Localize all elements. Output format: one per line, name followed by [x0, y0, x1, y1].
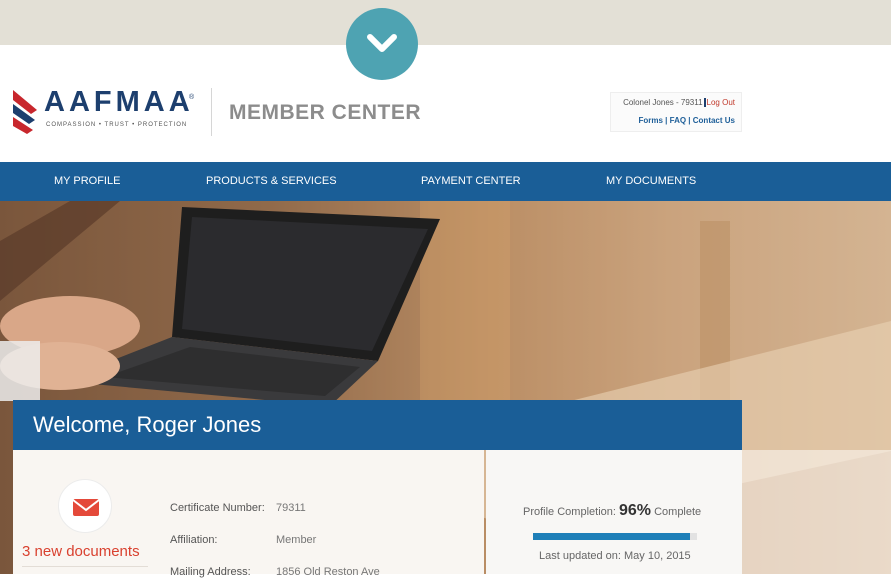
affiliation-label: Affiliation: [170, 534, 218, 546]
welcome-banner: Welcome, Roger Jones [13, 400, 742, 450]
top-band [0, 0, 891, 45]
section-title: MEMBER CENTER [229, 101, 422, 124]
brand-logo[interactable]: AAFMAA [44, 86, 194, 119]
profile-completion-text: Profile Completion: 96% Complete [523, 502, 701, 520]
last-updated: Last updated on: May 10, 2015 [539, 550, 691, 562]
profile-progress-bar [533, 533, 697, 540]
completion-percent: 96% [619, 502, 652, 519]
affiliation-value: Member [276, 534, 317, 546]
account-box: Colonel Jones - 79311 Log Out Forms | FAQ… [610, 92, 742, 132]
nav-products-services[interactable]: PRODUCTS & SERVICES [206, 175, 337, 187]
new-documents-link[interactable]: 3 new documents [22, 543, 140, 560]
nav-my-documents[interactable]: MY DOCUMENTS [606, 175, 696, 187]
chevron-down-icon [367, 34, 397, 52]
completion-suffix: Complete [654, 506, 702, 518]
help-links[interactable]: Forms | FAQ | Contact Us [639, 116, 736, 125]
main-nav: MY PROFILE PRODUCTS & SERVICES PAYMENT C… [0, 162, 891, 201]
logout-link[interactable]: Log Out [707, 98, 735, 107]
registered-mark: ® [189, 94, 195, 101]
mailing-address-label: Mailing Address: [170, 566, 251, 578]
separator [703, 98, 706, 108]
account-line: Colonel Jones - 79311 Log Out [623, 98, 735, 108]
completion-prefix: Profile Completion: [523, 506, 616, 518]
expand-toggle-button[interactable] [346, 8, 418, 80]
header-divider [211, 88, 212, 136]
nav-payment-center[interactable]: PAYMENT CENTER [421, 175, 521, 187]
documents-badge[interactable] [58, 479, 112, 533]
mailing-address-value: 1856 Old Reston Ave [276, 566, 380, 578]
nav-my-profile[interactable]: MY PROFILE [54, 175, 120, 187]
mail-icon [72, 499, 100, 516]
certificate-number-value: 79311 [276, 502, 306, 514]
divider [22, 566, 148, 567]
brand-tagline: COMPASSION • TRUST • PROTECTION [46, 122, 188, 128]
welcome-heading: Welcome, Roger Jones [33, 412, 262, 437]
user-name: Colonel Jones - 79311 [623, 98, 703, 107]
certificate-number-label: Certificate Number: [170, 502, 265, 514]
panel-fade [742, 450, 891, 574]
profile-progress-fill [533, 533, 691, 540]
